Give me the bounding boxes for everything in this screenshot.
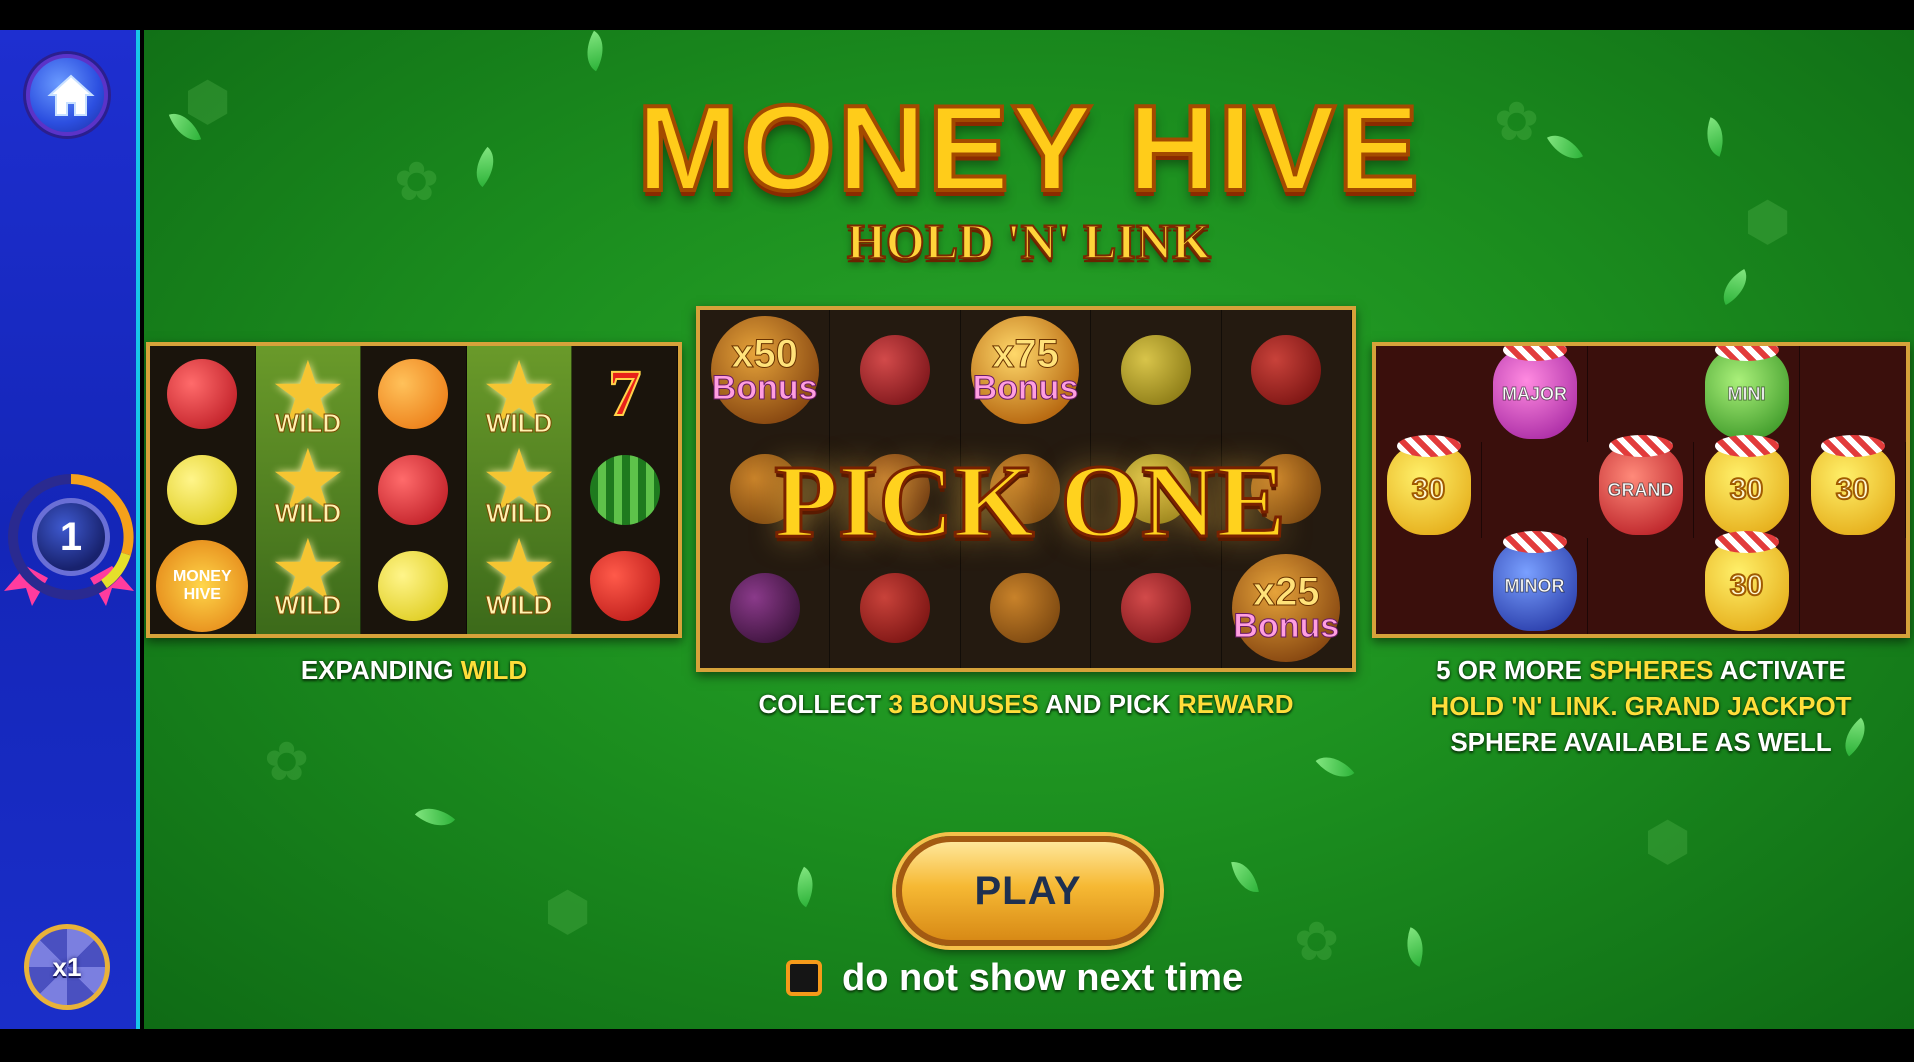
jackpot-jar-minor: MINOR: [1482, 531, 1588, 634]
bonus-coin: x25 Bonus: [1222, 548, 1352, 668]
cherry-symbol: [830, 310, 961, 430]
value-jar: 30: [1376, 435, 1482, 538]
wild-reel: ★ WILD ★ WILD ★ WILD: [255, 346, 362, 634]
multiplier-label: x1: [52, 951, 82, 982]
leaf-icon: [1714, 268, 1756, 306]
leaf-icon: [1231, 858, 1259, 896]
leaf-icon: [576, 30, 614, 72]
expanding-wild-panel: MONEY HIVE ★ WILD ★ WILD ★ WILD ★ WILD ★: [146, 342, 682, 638]
leaf-icon: [1398, 927, 1432, 967]
jackpot-jar-major: MAJOR: [1482, 346, 1588, 442]
cherry-symbol: [150, 346, 256, 442]
cherry-symbol: [1091, 548, 1222, 668]
home-button[interactable]: [26, 54, 108, 136]
wild-reel: ★ WILD ★ WILD ★ WILD: [466, 346, 573, 634]
multiplier-button[interactable]: x1: [24, 924, 110, 1010]
value-jar: 30: [1694, 531, 1800, 634]
pick-one-panel: x50 Bonus x75 Bonus x25 Bonus PICK ONE: [696, 306, 1356, 672]
jackpot-jar-mini: MINI: [1694, 346, 1800, 442]
lemon-symbol: [150, 442, 256, 538]
value-jar: 30: [1800, 435, 1906, 538]
strawberry-symbol: [572, 538, 678, 634]
value-jar: 30: [1694, 435, 1800, 538]
strawberry-symbol: [830, 548, 961, 668]
do-not-show-label: do not show next time: [842, 956, 1244, 999]
home-icon: [47, 74, 95, 116]
leaf-icon: [786, 866, 824, 908]
flower-icon: ✿: [1294, 910, 1340, 973]
flower-icon: ✿: [264, 730, 310, 793]
plum-symbol: [700, 548, 831, 668]
money-hive-logo-symbol: MONEY HIVE: [150, 538, 256, 634]
strawberry-symbol: [1222, 310, 1352, 430]
leaf-icon: [414, 797, 456, 837]
leaf-icon: [1315, 746, 1355, 788]
level-number: 1: [32, 498, 110, 576]
orange-symbol: [961, 548, 1092, 668]
level-badge: 1: [4, 466, 134, 636]
lemon-symbol: [1091, 310, 1222, 430]
expanding-wild-caption: EXPANDING WILD: [300, 655, 528, 685]
watermelon-symbol: [572, 442, 678, 538]
play-button-label: PLAY: [974, 868, 1082, 913]
play-button[interactable]: PLAY: [896, 836, 1160, 946]
intro-screen: ⬢ ✿ ✿ ⬢ ✿ ⬢ ⬢ ✿ MONEY HIVE HOLD 'N' LINK…: [144, 30, 1914, 1029]
game-title: MONEY HIVE: [635, 78, 1421, 218]
seven-symbol: 7: [572, 346, 678, 442]
bonus-coin: x75 Bonus: [961, 310, 1092, 430]
do-not-show-checkbox-row[interactable]: do not show next time: [786, 955, 1243, 1001]
pick-reward-caption: COLLECT 3 BONUSES AND PICK REWARD: [758, 689, 1294, 719]
hive-icon: ⬢: [1644, 810, 1692, 873]
jackpot-jar-grand: GRAND: [1588, 435, 1694, 538]
hold-n-link-panel: MAJOR MINI 30 GRAND 30 30 MINOR 30: [1372, 342, 1910, 638]
game-screen: 1 x1 ⬢ ✿ ✿ ⬢ ✿ ⬢ ⬢ ✿ MONEY HIVE HOLD 'N'…: [0, 30, 1914, 1029]
lemon-symbol: [361, 538, 467, 634]
cherry-symbol: [361, 442, 467, 538]
sidebar: 1 x1: [0, 30, 140, 1029]
do-not-show-checkbox[interactable]: [786, 960, 822, 996]
hive-icon: ⬢: [544, 880, 592, 943]
hold-n-link-caption: 5 OR MORE SPHERES ACTIVATE HOLD 'N' LINK…: [1430, 655, 1852, 757]
bonus-coin: x50 Bonus: [700, 310, 831, 430]
orange-symbol: [361, 346, 467, 442]
game-subtitle: HOLD 'N' LINK: [846, 212, 1212, 270]
pick-one-banner: PICK ONE: [773, 443, 1287, 561]
